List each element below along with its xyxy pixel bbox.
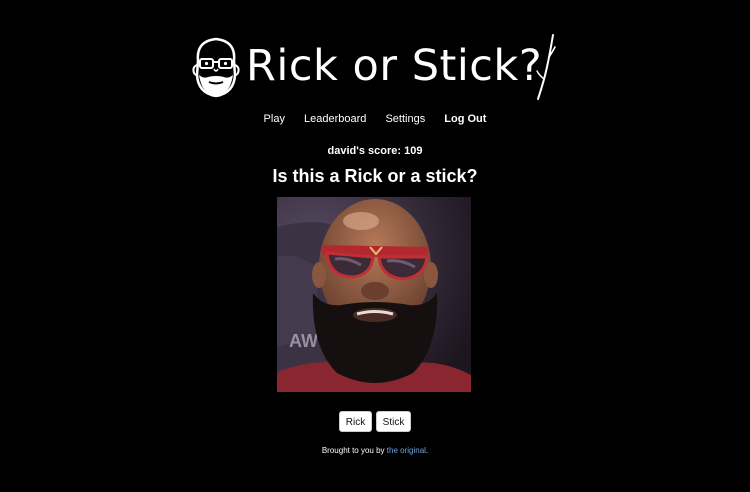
footer-suffix: . (425, 446, 429, 455)
rick-button[interactable]: Rick (339, 411, 372, 432)
stick-icon (536, 34, 556, 100)
original-link[interactable]: the original (387, 446, 426, 455)
site-logo[interactable]: Rick or Stick? (0, 33, 750, 103)
answer-buttons: Rick Stick (0, 411, 750, 432)
nav-play-link[interactable]: Play (264, 113, 285, 125)
person-photo-image: AW (277, 197, 471, 392)
svg-text:AW: AW (289, 331, 318, 351)
user-score: david's score: 109 (327, 145, 423, 157)
nav-logout-link[interactable]: Log Out (444, 113, 486, 125)
rick-face-icon (192, 37, 240, 98)
nav-leaderboard-link[interactable]: Leaderboard (304, 113, 366, 125)
nav-settings-link[interactable]: Settings (385, 113, 425, 125)
page: Rick or Stick? Play Leaderboard Settings… (0, 0, 750, 492)
footer-credit: Brought to you by the original. (0, 446, 750, 455)
site-title: Rick or Stick? (246, 41, 543, 91)
question-heading: Is this a Rick or a stick? (272, 166, 478, 186)
main-nav: Play Leaderboard Settings Log Out (0, 113, 750, 125)
footer-prefix: Brought to you by (321, 446, 387, 455)
person-photo: AW (277, 197, 471, 392)
stick-button[interactable]: Stick (376, 411, 411, 432)
